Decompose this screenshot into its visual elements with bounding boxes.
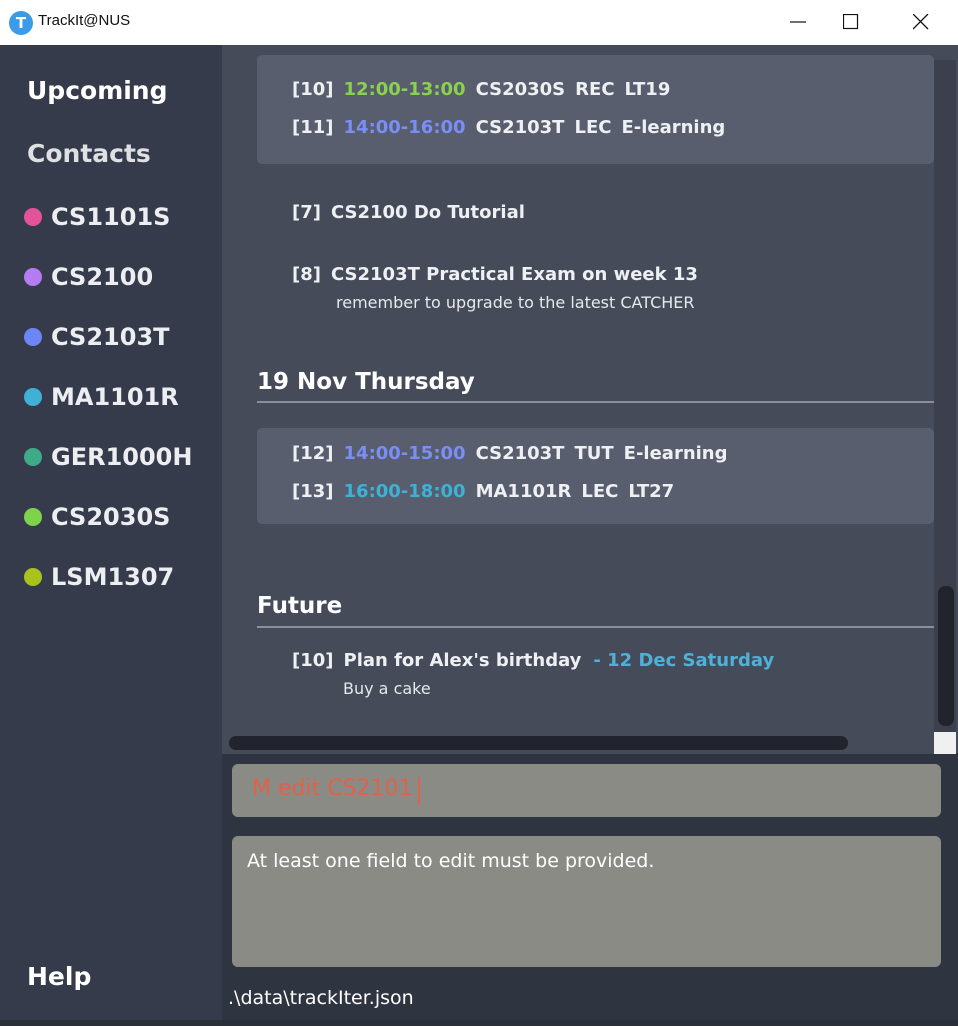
- module-label: CS2100: [51, 263, 154, 291]
- lesson-index: [11]: [292, 117, 334, 138]
- minimize-button[interactable]: [775, 0, 821, 45]
- nav-help[interactable]: Help: [27, 962, 91, 991]
- module-label: GER1000H: [51, 443, 193, 471]
- lesson-time: 14:00-15:00: [343, 443, 466, 464]
- lesson-module: CS2103T: [475, 117, 565, 138]
- lesson-index: [12]: [292, 443, 334, 464]
- lesson-module: MA1101R: [475, 481, 572, 502]
- sidebar: Upcoming Contacts CS1101S CS2100 CS2103T…: [0, 45, 222, 1020]
- module-label: CS2030S: [51, 503, 171, 531]
- lesson-type: REC: [575, 79, 615, 100]
- lesson-row[interactable]: [11] 14:00-16:00 CS2103T LEC E-learning: [292, 117, 725, 138]
- command-box[interactable]: [232, 764, 941, 817]
- lesson-venue: E-learning: [623, 443, 728, 464]
- module-color-dot: [24, 508, 42, 526]
- maximize-button[interactable]: [828, 0, 874, 45]
- minimize-icon: [790, 21, 806, 23]
- task-index: [7]: [292, 202, 321, 223]
- sidebar-item-module[interactable]: CS2100: [24, 262, 153, 292]
- task-date: - 12 Dec Saturday: [593, 650, 775, 671]
- task-title: CS2103T Practical Exam on week 13: [330, 264, 698, 285]
- lesson-row[interactable]: [13] 16:00-18:00 MA1101R LEC LT27: [292, 481, 674, 502]
- lesson-type: LEC: [574, 117, 612, 138]
- result-message: At least one field to edit must be provi…: [247, 850, 655, 872]
- sidebar-item-module[interactable]: MA1101R: [24, 382, 179, 412]
- sidebar-item-module[interactable]: GER1000H: [24, 442, 192, 472]
- day-heading: 19 Nov Thursday: [257, 369, 475, 395]
- task-note: Buy a cake: [343, 679, 431, 698]
- lesson-index: [10]: [292, 79, 334, 100]
- text-caret: [418, 777, 420, 805]
- nav-contacts[interactable]: Contacts: [27, 139, 151, 168]
- lesson-time: 12:00-13:00: [343, 79, 466, 100]
- status-file-path: .\data\trackIter.json: [228, 987, 414, 1009]
- module-color-dot: [24, 268, 42, 286]
- lesson-time: 16:00-18:00: [343, 481, 466, 502]
- module-label: MA1101R: [51, 383, 179, 411]
- module-color-dot: [24, 388, 42, 406]
- divider: [257, 401, 934, 403]
- module-color-dot: [24, 448, 42, 466]
- horizontal-scrollbar-thumb[interactable]: [229, 736, 848, 750]
- command-input[interactable]: [250, 775, 914, 802]
- nav-upcoming[interactable]: Upcoming: [27, 76, 168, 105]
- lesson-type: TUT: [574, 443, 614, 464]
- lesson-venue: LT19: [624, 79, 671, 100]
- task-row[interactable]: [8] CS2103T Practical Exam on week 13: [292, 264, 698, 285]
- lesson-venue: E-learning: [621, 117, 726, 138]
- window-title: TrackIt@NUS: [38, 12, 131, 29]
- lesson-module: CS2103T: [475, 443, 565, 464]
- sidebar-item-module[interactable]: CS1101S: [24, 202, 170, 232]
- maximize-icon: [843, 14, 859, 30]
- divider: [257, 626, 934, 628]
- module-label: LSM1307: [51, 563, 175, 591]
- lesson-index: [13]: [292, 481, 334, 502]
- close-button[interactable]: [898, 0, 944, 45]
- module-color-dot: [24, 208, 42, 226]
- window-bottom-border: [0, 1020, 958, 1026]
- task-note: remember to upgrade to the latest CATCHE…: [336, 293, 695, 312]
- lesson-card: [257, 55, 934, 164]
- module-label: CS2103T: [51, 323, 170, 351]
- close-icon: [913, 14, 929, 30]
- app-logo-icon: T: [9, 11, 33, 35]
- task-row[interactable]: [10] Plan for Alex's birthday - 12 Dec Sat…: [292, 650, 774, 671]
- lesson-row[interactable]: [12] 14:00-15:00 CS2103T TUT E-learning: [292, 443, 728, 464]
- result-display: At least one field to edit must be provi…: [232, 836, 941, 967]
- task-title: Plan for Alex's birthday: [343, 650, 582, 671]
- lesson-venue: LT27: [628, 481, 675, 502]
- title-bar: T TrackIt@NUS: [0, 0, 958, 46]
- lesson-type: LEC: [581, 481, 619, 502]
- sidebar-item-module[interactable]: CS2030S: [24, 502, 170, 532]
- task-row[interactable]: [7] CS2100 Do Tutorial: [292, 202, 525, 223]
- module-color-dot: [24, 328, 42, 346]
- sidebar-item-module[interactable]: LSM1307: [24, 562, 174, 592]
- lesson-time: 14:00-16:00: [343, 117, 466, 138]
- task-title: CS2100 Do Tutorial: [330, 202, 525, 223]
- sidebar-item-module[interactable]: CS2103T: [24, 322, 170, 352]
- vertical-scrollbar-thumb[interactable]: [938, 586, 954, 726]
- task-index: [8]: [292, 264, 321, 285]
- module-label: CS1101S: [51, 203, 171, 231]
- future-heading: Future: [257, 593, 343, 619]
- scrollbar-corner: [934, 732, 956, 754]
- lesson-module: CS2030S: [475, 79, 566, 100]
- lesson-row[interactable]: [10] 12:00-13:00 CS2030S REC LT19: [292, 79, 670, 100]
- task-index: [10]: [292, 650, 334, 671]
- module-color-dot: [24, 568, 42, 586]
